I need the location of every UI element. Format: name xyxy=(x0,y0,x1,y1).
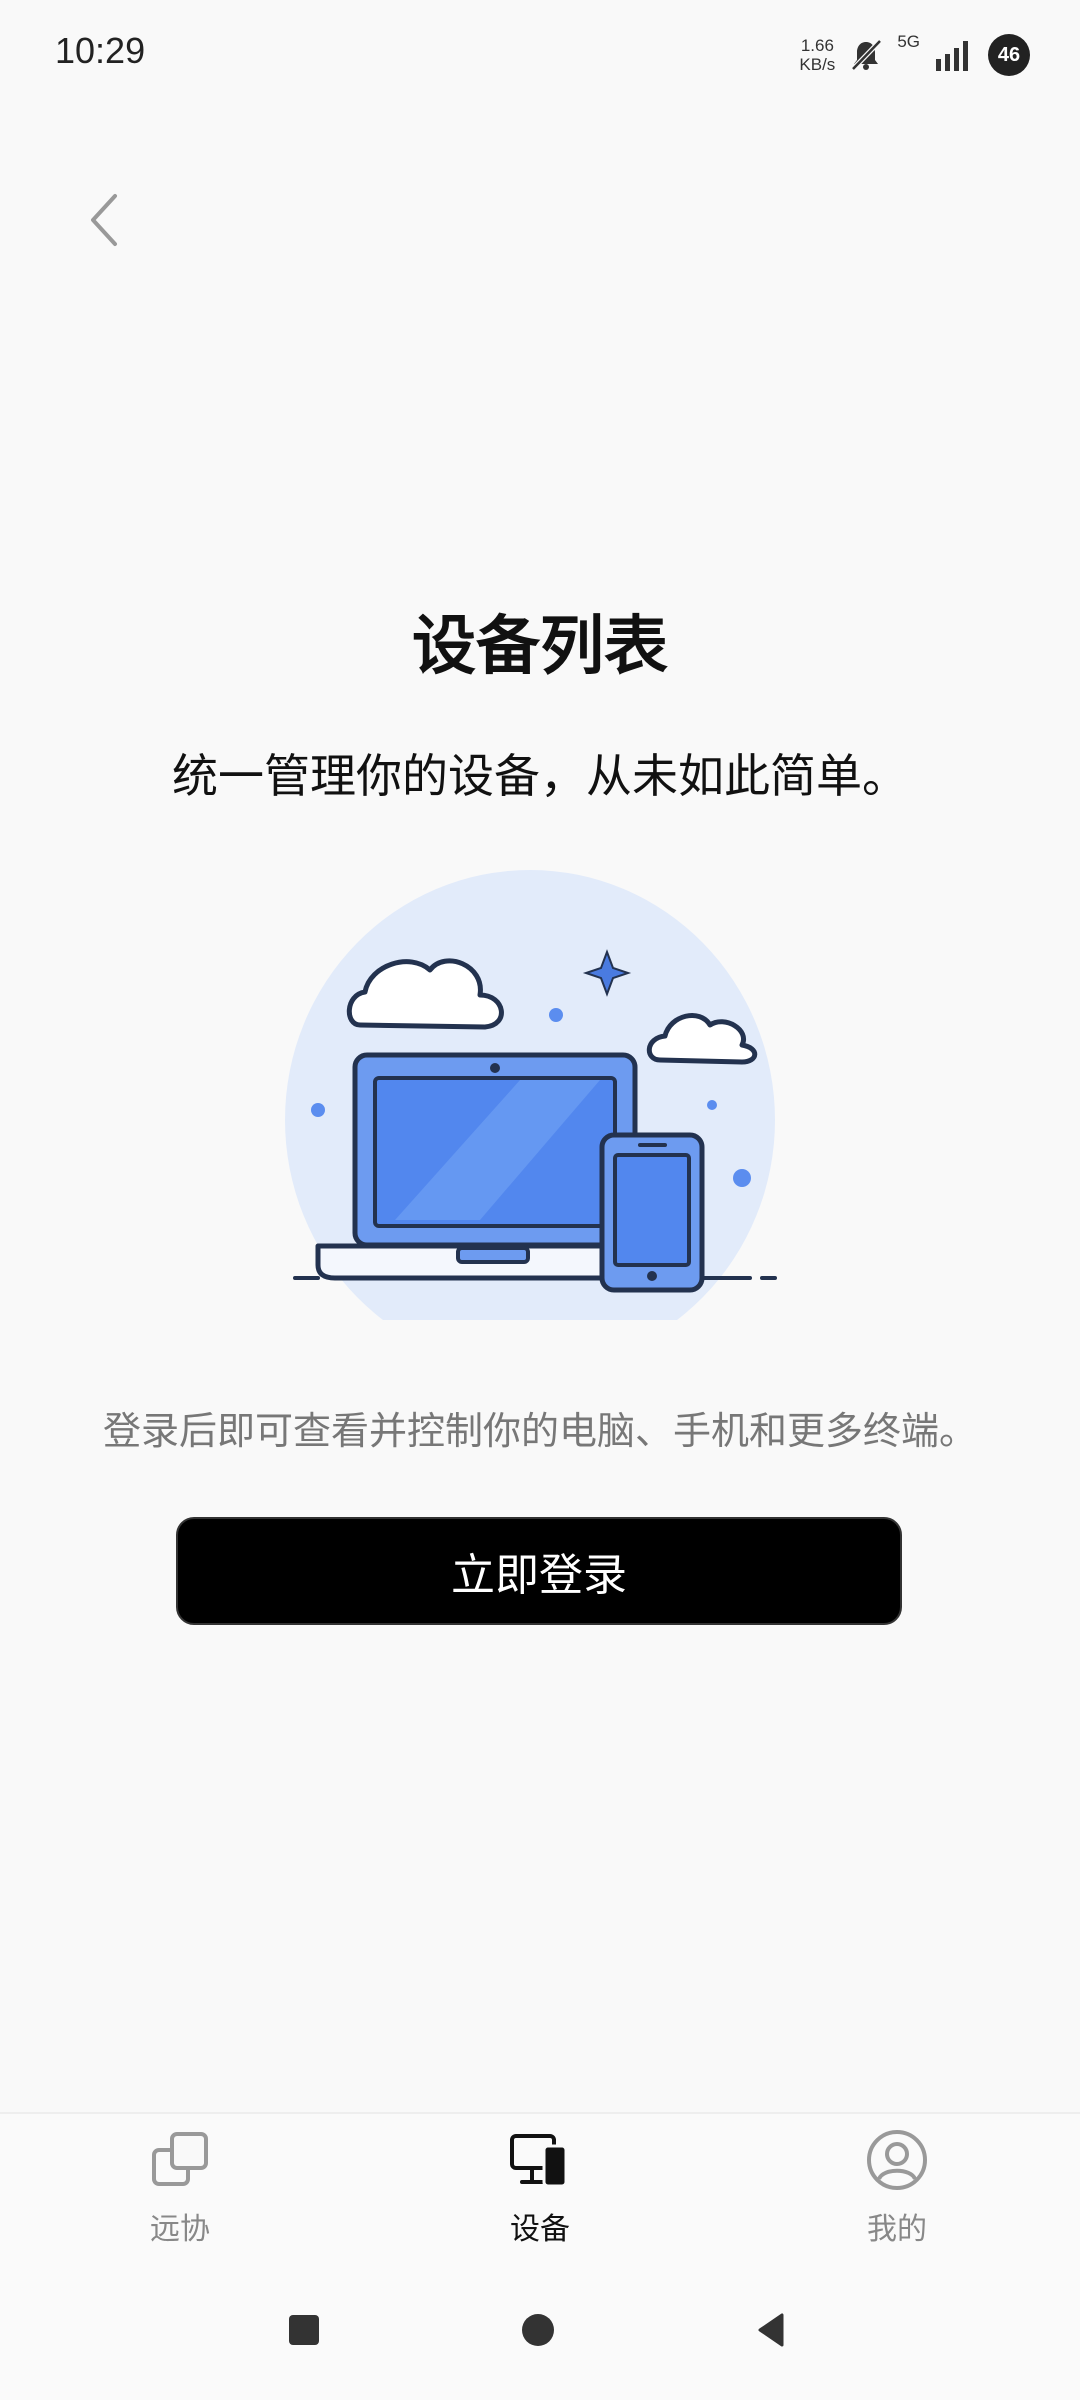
page-title: 设备列表 xyxy=(412,610,668,684)
network-type: 5G xyxy=(897,32,920,51)
page-subtitle: 统一管理你的设备，从未如此简单。 xyxy=(172,749,908,803)
net-speed-unit: KB/s xyxy=(799,55,836,74)
tab-devices[interactable]: 设备 xyxy=(440,2128,640,2248)
login-hint: 登录后即可查看并控制你的电脑、手机和更多终端。 xyxy=(102,1409,977,1453)
tab-label: 设备 xyxy=(510,2212,570,2247)
tab-profile[interactable]: 我的 xyxy=(797,2128,997,2248)
net-speed: 1.66 KB/s xyxy=(799,36,835,74)
remote-assist-icon xyxy=(152,2132,208,2186)
devices-icon xyxy=(510,2134,568,2188)
system-nav-bar xyxy=(0,2262,1080,2400)
tab-remote-assist[interactable]: 远协 xyxy=(80,2128,280,2248)
home-button[interactable] xyxy=(518,2310,558,2350)
status-icons: 1.66 KB/s 5G 46 xyxy=(799,30,1030,80)
login-button[interactable]: 立即登录 xyxy=(176,1517,902,1625)
back-button[interactable] xyxy=(70,180,140,260)
net-speed-value: 1.66 xyxy=(800,36,834,55)
status-time: 10:29 xyxy=(55,30,146,71)
back-nav-button[interactable] xyxy=(752,2310,792,2350)
devices-illustration xyxy=(285,870,777,1320)
status-bar: 10:29 1.66 KB/s 5G 46 xyxy=(0,0,1080,110)
profile-icon xyxy=(867,2130,927,2190)
mute-bell-icon xyxy=(851,39,883,71)
chevron-left-icon xyxy=(91,194,117,246)
signal-icon xyxy=(936,41,968,71)
tab-label: 远协 xyxy=(150,2212,210,2247)
recent-apps-button[interactable] xyxy=(284,2310,324,2350)
tab-bar: 远协 设备 我的 xyxy=(0,2112,1080,2264)
battery-badge: 46 xyxy=(988,34,1030,76)
tab-label: 我的 xyxy=(867,2212,927,2247)
